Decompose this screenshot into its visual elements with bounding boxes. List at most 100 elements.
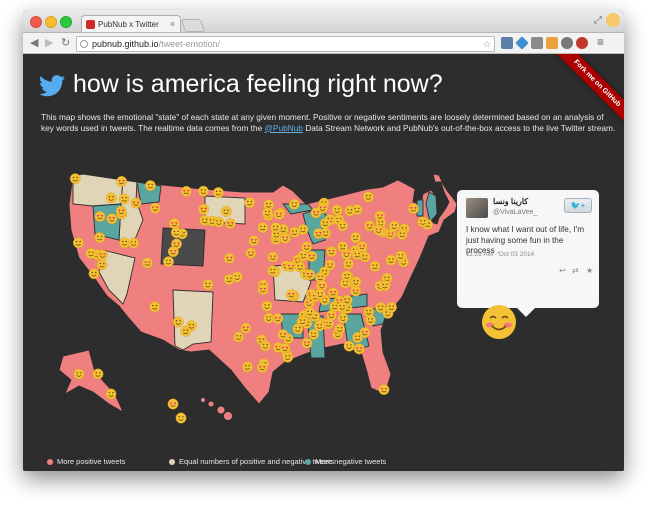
emoji-marker (417, 216, 429, 228)
minimize-window-button[interactable] (45, 16, 57, 28)
twitter-bird-icon (39, 75, 65, 97)
emoji-marker (242, 361, 253, 373)
emoji-marker (170, 227, 182, 239)
back-button[interactable]: ◀ (30, 36, 38, 49)
browser-tab[interactable]: PubNub x Twitter × (81, 15, 181, 32)
emoji-marker (337, 312, 349, 324)
tweet-card: كارينا ونسا @VivaLaVee_ 🐦+ I know what I… (457, 190, 599, 317)
emoji-marker (356, 241, 368, 252)
emoji-marker (233, 331, 245, 343)
emoji-marker (388, 220, 400, 232)
emoji-marker (353, 343, 365, 355)
emoji-marker (395, 250, 407, 262)
emoji-marker (130, 197, 142, 209)
tweet-user-name: كارينا ونسا (493, 197, 529, 206)
emoji-marker (304, 269, 316, 281)
emoji-marker (313, 228, 324, 240)
emoji-marker (331, 204, 343, 216)
emoji-marker (350, 276, 362, 288)
emoji-marker (94, 211, 106, 222)
emoji-marker (115, 205, 127, 217)
emoji-marker (310, 207, 322, 219)
title-bar: PubNub x Twitter × ⤢ (23, 10, 624, 33)
bookmark-star-icon[interactable]: ☆ (483, 37, 491, 51)
emoji-marker (350, 232, 362, 243)
state-hawaii-3 (216, 405, 226, 415)
emoji-marker (142, 257, 153, 269)
emoji-marker (342, 258, 354, 270)
emoji-marker (407, 203, 419, 215)
emoji-marker (373, 224, 385, 236)
new-tab-button[interactable] (180, 19, 206, 32)
emoji-marker (294, 261, 306, 273)
emoji-marker (259, 340, 271, 352)
emoji-marker (301, 337, 313, 349)
emoji-marker (362, 191, 374, 203)
emoji-marker (273, 208, 285, 220)
emoji-marker (73, 368, 85, 380)
browser-window: PubNub x Twitter × ⤢ ◀ ▶ ↻ pubnub.github… (23, 10, 624, 471)
emoji-marker (313, 320, 325, 332)
emoji-marker (116, 176, 127, 187)
extension-crosshair-icon[interactable] (561, 37, 573, 49)
extension-wrench-icon[interactable] (501, 37, 513, 49)
emoji-marker (364, 220, 376, 232)
state-hawaii-2 (207, 400, 215, 408)
close-window-button[interactable] (30, 16, 42, 28)
emoji-marker (73, 237, 84, 249)
emoji-marker (163, 256, 174, 268)
big-blush-smile-emoji-icon (482, 305, 516, 339)
emoji-marker (272, 313, 284, 325)
emoji-marker (223, 252, 235, 264)
emoji-marker (267, 251, 279, 263)
emoji-marker (396, 228, 408, 240)
extension-chart-icon[interactable] (546, 37, 558, 49)
emoji-marker (385, 254, 397, 266)
page-content: Fork me on GitHub how is america feeling… (23, 54, 624, 471)
follow-button[interactable]: 🐦+ (564, 198, 592, 213)
pubnub-favicon-icon (86, 20, 95, 29)
emoji-marker (85, 248, 97, 259)
emoji-marker (378, 384, 390, 396)
zoom-window-button[interactable] (60, 16, 72, 28)
fullscreen-icon[interactable]: ⤢ (594, 15, 602, 26)
emoji-marker (341, 270, 353, 282)
follow-bird-icon: 🐦 (570, 201, 581, 210)
forward-button[interactable]: ▶ (45, 36, 53, 49)
emoji-marker (336, 301, 348, 313)
emoji-marker (198, 203, 210, 215)
legend-equal-swatch (169, 459, 175, 465)
extension-ruler-icon[interactable] (531, 37, 543, 49)
retweet-icon[interactable]: ⇄ (572, 266, 579, 275)
emoji-marker (69, 173, 81, 185)
emoji-marker (180, 185, 192, 197)
tweet-user-handle[interactable]: @VivaLaVee_ (493, 209, 537, 216)
emoji-marker (175, 412, 187, 424)
url-path: /tweet-emotion/ (158, 39, 221, 49)
page-description: This map shows the emotional "state" of … (41, 112, 616, 133)
emoji-marker (375, 302, 387, 313)
close-tab-icon[interactable]: × (170, 16, 175, 33)
profile-cat-icon[interactable] (606, 13, 620, 27)
menu-icon[interactable]: ≡ (597, 35, 604, 49)
emoji-marker (256, 362, 268, 373)
favorite-star-icon[interactable]: ★ (586, 266, 593, 275)
page-title: how is america feeling right now? (73, 70, 443, 99)
emoji-marker (92, 368, 104, 380)
emoji-marker (245, 247, 257, 259)
emoji-marker (212, 187, 224, 199)
reload-button[interactable]: ↻ (61, 36, 70, 49)
legend-positive-label: More positive tweets (57, 457, 126, 466)
emoji-marker (270, 222, 282, 234)
emoji-marker (145, 180, 156, 192)
address-bar[interactable]: pubnub.github.io/tweet-emotion/ ☆ (76, 36, 495, 52)
emoji-marker (172, 316, 184, 328)
emoji-marker (105, 192, 117, 204)
reply-icon[interactable]: ↩ (559, 266, 566, 275)
extension-notifications-icon[interactable] (576, 37, 588, 49)
tweet-avatar (466, 198, 488, 218)
emoji-marker (282, 351, 294, 363)
pubnub-link[interactable]: @PubNub (265, 123, 303, 133)
extension-diamond-icon[interactable] (515, 36, 529, 50)
emoji-marker (220, 205, 232, 217)
